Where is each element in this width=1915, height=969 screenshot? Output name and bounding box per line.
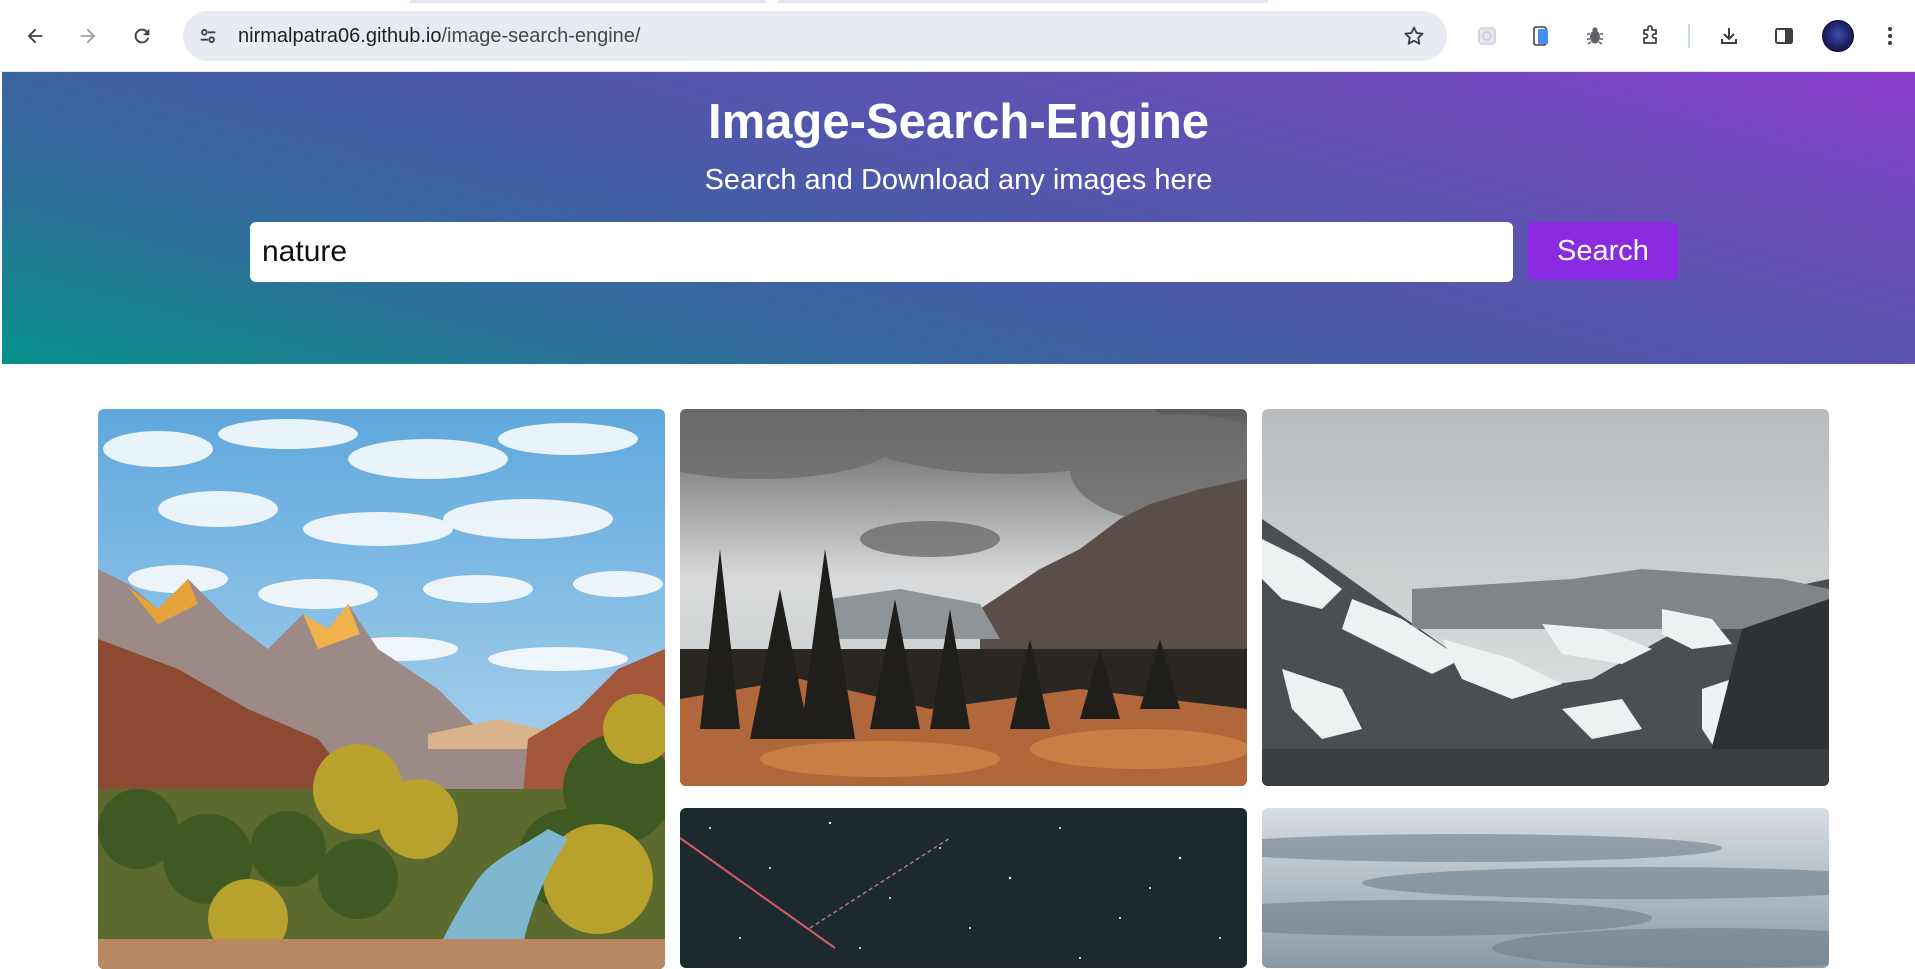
reload-icon: [134, 28, 150, 44]
reload-button[interactable]: [124, 18, 160, 54]
menu-button[interactable]: [1873, 18, 1907, 54]
arrow-right-icon: [80, 28, 96, 44]
extensions-button[interactable]: [1632, 18, 1668, 54]
night-sky-image: [680, 808, 1247, 968]
forest-mountain-image: [680, 409, 1247, 786]
extension-button[interactable]: [1577, 18, 1613, 54]
image-result[interactable]: [1262, 409, 1829, 786]
puzzle-icon: [1643, 25, 1657, 44]
extension-button[interactable]: [1523, 18, 1559, 54]
search-input[interactable]: [250, 222, 1513, 282]
snowy-mountain-image: [1262, 409, 1829, 786]
canyon-river-image: [98, 409, 665, 969]
address-bar[interactable]: nirmalpatra06.github.io/image-search-eng…: [183, 11, 1447, 61]
avatar[interactable]: [1822, 20, 1854, 52]
url-host: nirmalpatra06.github.io: [238, 25, 442, 47]
image-result[interactable]: [98, 409, 665, 969]
tab-strip-edge: [410, 0, 766, 3]
tab-strip-edge: [778, 0, 1268, 3]
phone-icon: [1533, 26, 1548, 46]
forward-button[interactable]: [70, 18, 106, 54]
page-subtitle: Search and Download any images here: [704, 164, 1213, 196]
puzzle-faded-icon: [1478, 27, 1496, 45]
side-panel-button[interactable]: [1766, 18, 1802, 54]
url-text[interactable]: nirmalpatra06.github.io/image-search-eng…: [238, 25, 640, 48]
site-info-button[interactable]: [195, 23, 221, 49]
search-button[interactable]: Search: [1528, 222, 1678, 280]
image-result[interactable]: [680, 808, 1247, 968]
downloads-button[interactable]: [1711, 18, 1747, 54]
image-result[interactable]: [680, 409, 1247, 786]
side-panel-icon: [1775, 28, 1793, 44]
tune-icon: [200, 29, 216, 43]
back-button[interactable]: [17, 18, 53, 54]
url-path: /image-search-engine/: [441, 25, 641, 47]
page-header: Image-Search-Engine Search and Download …: [2, 72, 1915, 364]
bookmark-button[interactable]: [1401, 23, 1427, 49]
extension-button[interactable]: [1469, 18, 1505, 54]
page-title: Image-Search-Engine: [707, 95, 1210, 149]
cloudy-sky-image: [1262, 808, 1829, 968]
toolbar-divider: [1688, 24, 1690, 48]
arrow-left-icon: [27, 28, 43, 44]
download-icon: [1721, 28, 1737, 44]
star-icon: [1404, 26, 1424, 45]
browser-toolbar: nirmalpatra06.github.io/image-search-eng…: [0, 0, 1915, 72]
kebab-menu-icon: [1888, 27, 1892, 45]
image-result[interactable]: [1262, 808, 1829, 968]
bug-icon: [1587, 27, 1603, 45]
